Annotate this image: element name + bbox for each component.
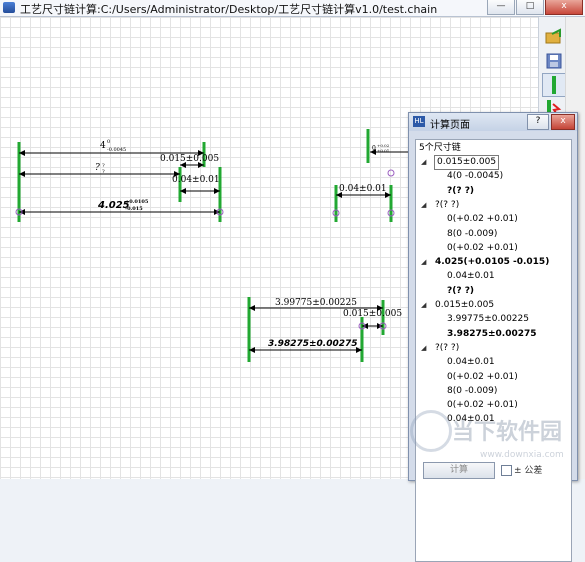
- chain-3[interactable]: 3.99775±0.00225 0.015±0.005 3.98275±0.00…: [247, 297, 402, 362]
- title-bar: 工艺尺寸链计算:C:/Users/Administrator/Desktop/工…: [0, 0, 585, 17]
- tree-expand-icon[interactable]: ◢: [421, 344, 428, 352]
- tree-expand-icon[interactable]: ◢: [421, 302, 428, 309]
- tree-expand-icon[interactable]: ◢: [421, 259, 428, 266]
- chain-1[interactable]: 4 0 -0.0045 0.015±0.005 ? ? ? 0.04±0.01 …: [15, 139, 224, 222]
- chain3-result-label: 3.98275±0.00275: [268, 339, 358, 349]
- green-bar-icon[interactable]: [542, 73, 566, 97]
- chain3-dim-top-label: 3.99775±0.00225: [275, 298, 357, 308]
- minimize-button[interactable]: —: [487, 0, 515, 15]
- chain2-top-lower: +0.01: [377, 148, 389, 153]
- dim-4-main: 4: [100, 141, 106, 151]
- dim-unknown-main: ?: [95, 163, 100, 173]
- calculate-button[interactable]: 计算: [423, 462, 495, 479]
- panel-title-bar: HL 计算页面 ? x: [409, 113, 577, 131]
- tree-item[interactable]: 8(0 -0.009): [447, 228, 497, 241]
- panel-app-icon: HL: [413, 116, 425, 127]
- tree-item[interactable]: 0.04±0.01: [447, 270, 495, 283]
- tree-item[interactable]: 0.015±0.005: [435, 299, 494, 312]
- tree-item[interactable]: 3.98275±0.00275: [447, 328, 537, 341]
- window-title: 工艺尺寸链计算:C:/Users/Administrator/Desktop/工…: [20, 3, 438, 16]
- maximize-button[interactable]: □: [516, 0, 544, 15]
- tree-header: 5个尺寸链: [419, 143, 461, 153]
- tree-item[interactable]: 4(0 -0.0045): [447, 170, 503, 183]
- tree-item[interactable]: ?(? ?): [447, 285, 474, 298]
- tree-item[interactable]: 0.04±0.01: [447, 413, 495, 426]
- chain3-dim-015-label: 0.015±0.005: [343, 309, 402, 319]
- chain2-dim-004-label: 0.04±0.01: [339, 184, 387, 194]
- dim-4-lower: -0.0045: [107, 147, 126, 153]
- tree-item[interactable]: 0.04±0.01: [447, 356, 495, 369]
- tree-item[interactable]: 0(+0.02 +0.01): [447, 242, 518, 255]
- tree-item[interactable]: 8(0 -0.009): [447, 385, 497, 398]
- chain2-top-main: 0: [372, 145, 376, 152]
- dim-015-label: 0.015±0.005: [160, 154, 219, 164]
- dim-004-label: 0.04±0.01: [172, 175, 220, 185]
- app-icon: [3, 2, 15, 13]
- dim-result-upper: +0.0105: [125, 199, 149, 205]
- tree-item[interactable]: 3.99775±0.00225: [447, 313, 529, 326]
- tree-item[interactable]: 0(+0.02 +0.01): [447, 213, 518, 226]
- tolerance-label: ± 公差: [514, 466, 543, 476]
- panel-close-button[interactable]: x: [551, 114, 575, 130]
- dim-4-upper: 0: [107, 139, 110, 145]
- tree-expand-icon[interactable]: ◢: [421, 201, 428, 209]
- tree-item[interactable]: ?(? ?): [447, 185, 474, 198]
- tree-item[interactable]: 0.015±0.005: [433, 155, 500, 170]
- open-folder-icon[interactable]: [542, 25, 566, 49]
- tree-item[interactable]: ?(? ?): [435, 199, 459, 212]
- help-button[interactable]: ?: [527, 114, 549, 130]
- chain2-point-top: [387, 169, 395, 177]
- save-icon[interactable]: [542, 49, 566, 73]
- dim-result-lower: -0.015: [125, 206, 143, 212]
- dim-unknown-lower: ?: [102, 169, 105, 175]
- tree-item[interactable]: 0(+0.02 +0.01): [447, 371, 518, 384]
- close-button[interactable]: x: [545, 0, 583, 15]
- chain-2[interactable]: 0 +0.02 +0.01 0.04±0.01: [332, 129, 408, 222]
- panel-title: 计算页面: [430, 120, 470, 131]
- panel-footer: 计算 ± 公差: [409, 460, 577, 480]
- tree-expand-icon[interactable]: ◢: [421, 159, 428, 166]
- calc-panel: HL 计算页面 ? x 5个尺寸链 ◢ 0.015±0.005 4(0 -0.004…: [408, 112, 578, 562]
- tree-item[interactable]: ?(? ?): [435, 342, 459, 355]
- tree-item[interactable]: 4.025(+0.0105 -0.015): [435, 256, 549, 269]
- tolerance-checkbox[interactable]: [501, 465, 512, 476]
- tree-item[interactable]: 0(+0.02 +0.01): [447, 399, 518, 412]
- chain-tree[interactable]: 5个尺寸链 ◢ 0.015±0.005 4(0 -0.0045) ?(? ?) ◢ ?(?…: [415, 139, 572, 562]
